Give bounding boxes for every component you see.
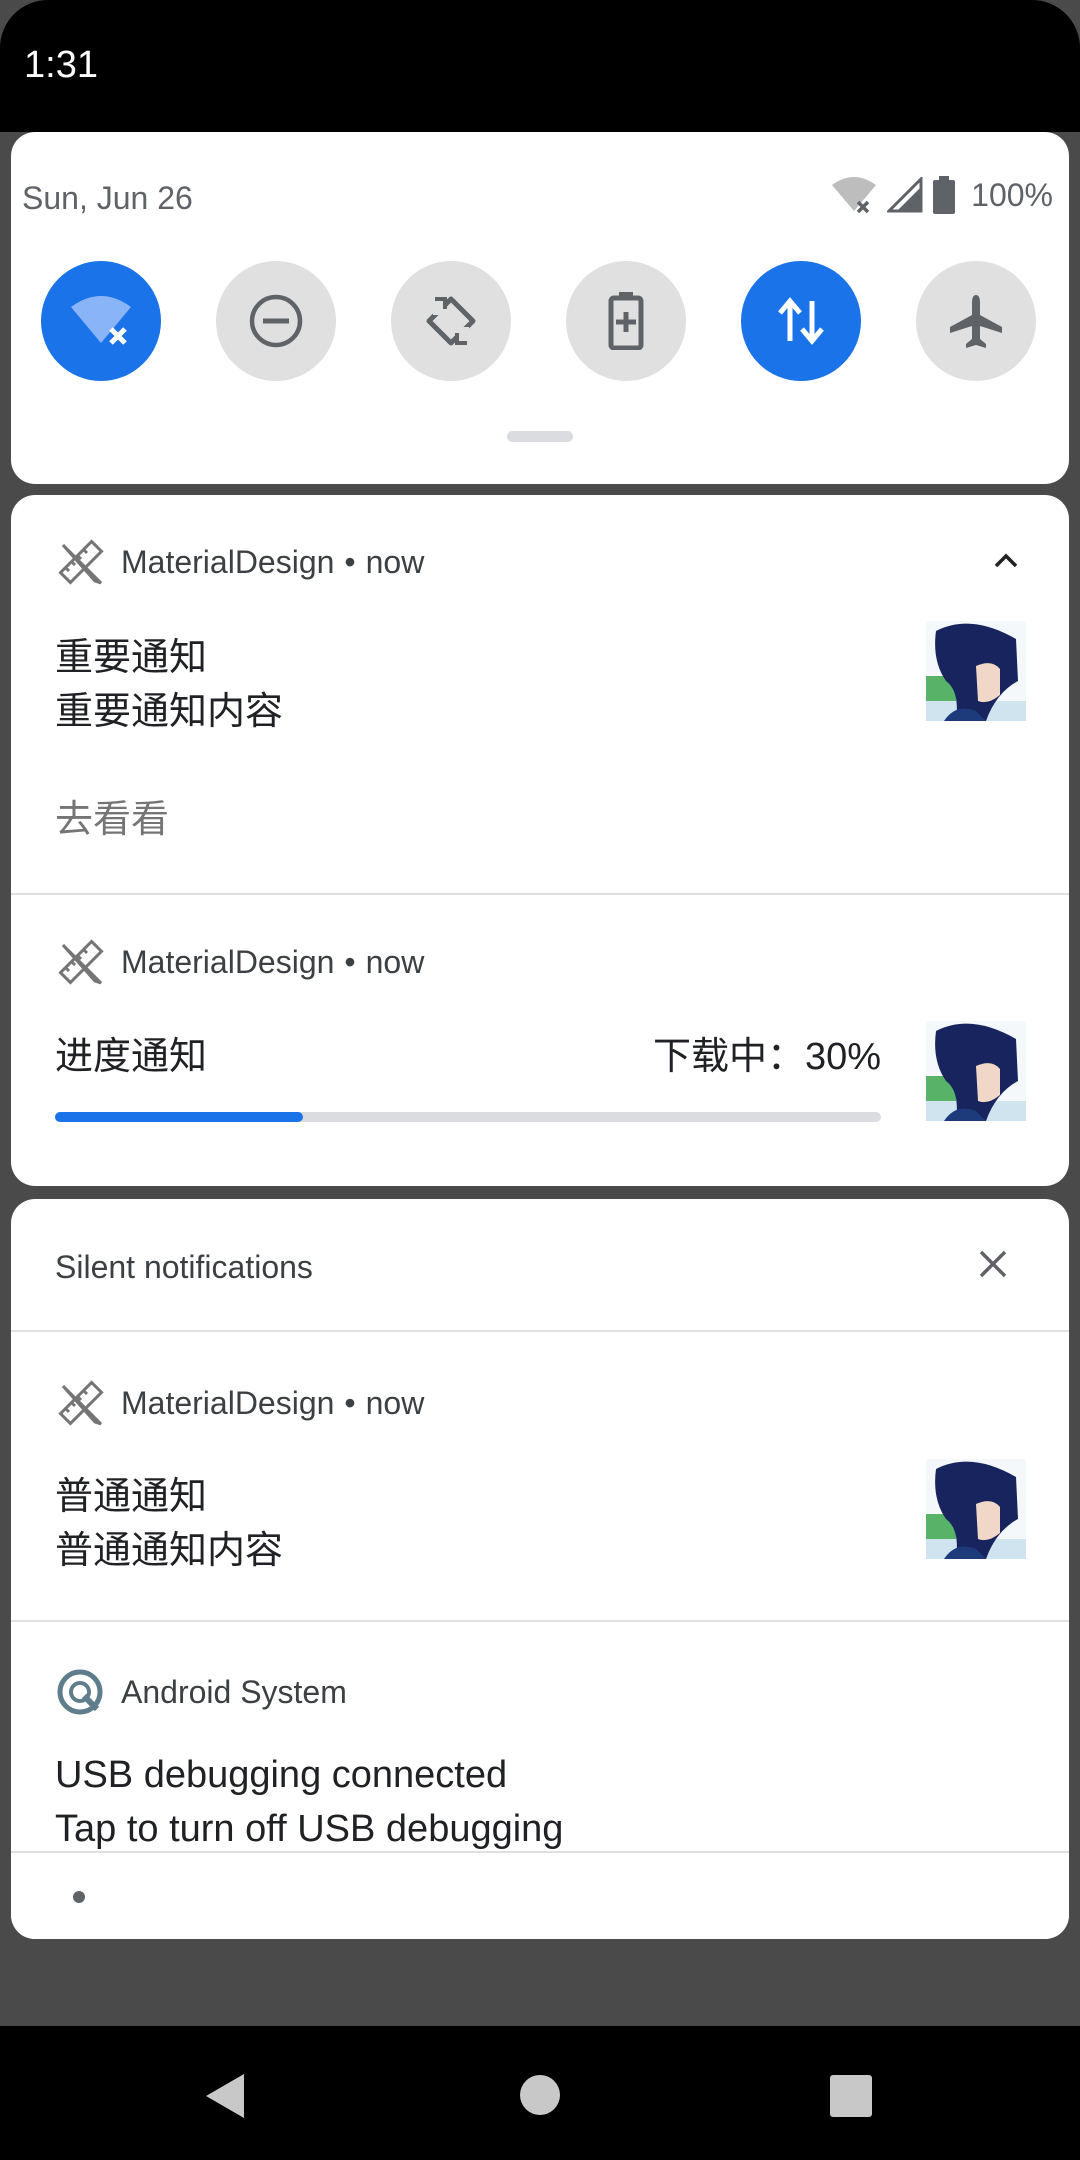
notification-time: now	[365, 1384, 425, 1421]
qs-drag-handle[interactable]	[507, 431, 573, 442]
battery-saver-icon	[608, 292, 644, 350]
android-system-icon	[57, 1669, 103, 1715]
battery-icon	[933, 176, 956, 214]
anime-avatar-image	[926, 1021, 1026, 1121]
status-time: 1:31	[24, 44, 98, 86]
signal-icon	[887, 177, 923, 213]
silent-section-header: Silent notifications	[55, 1249, 313, 1285]
wifi-tile[interactable]	[41, 261, 161, 381]
download-progress-fill	[55, 1112, 303, 1122]
status-bar: 1:31	[0, 0, 1080, 132]
collapse-chevron-icon[interactable]	[993, 551, 1019, 569]
recents-icon[interactable]	[829, 2074, 873, 2118]
navigation-bar	[0, 2026, 1080, 2160]
notification-text: Tap to turn off USB debugging	[55, 1808, 564, 1850]
notification-card-silent: Silent notifications MaterialDesign • no…	[11, 1199, 1069, 1939]
home-icon[interactable]	[519, 2074, 561, 2116]
notification-card-alerting: MaterialDesign • now 重要通知 重要通知内容 去看看 Mat…	[11, 495, 1069, 1186]
notification-header[interactable]: MaterialDesign • now	[55, 537, 424, 587]
notification-thumbnail	[926, 621, 1026, 721]
notification-title: 普通通知	[55, 1476, 208, 1518]
app-pencil-ruler-icon	[58, 939, 104, 985]
qs-date[interactable]: Sun, Jun 26	[22, 180, 193, 217]
app-name: Android System	[121, 1673, 347, 1710]
auto-rotate-tile[interactable]	[391, 261, 511, 381]
notification-time: now	[365, 543, 425, 580]
notification-text: 普通通知内容	[55, 1530, 284, 1572]
overflow-dot-icon	[73, 1891, 85, 1903]
app-name: MaterialDesign	[121, 943, 335, 980]
notification-thumbnail	[926, 1021, 1026, 1121]
notification-footer	[11, 1851, 1069, 1939]
auto-rotate-icon	[426, 296, 476, 346]
airplane-mode-tile[interactable]	[916, 261, 1036, 381]
mobile-data-icon	[778, 297, 824, 345]
progress-status-text: 下载中：30%	[652, 1036, 881, 1078]
divider	[11, 893, 1069, 895]
separator-dot: •	[344, 1384, 356, 1421]
separator-dot: •	[344, 943, 356, 980]
app-pencil-ruler-icon	[58, 1380, 104, 1426]
back-icon[interactable]	[204, 2072, 246, 2120]
notification-title: USB debugging connected	[55, 1754, 508, 1796]
divider	[11, 1330, 1069, 1332]
download-progress-bar	[55, 1112, 881, 1122]
airplane-mode-icon	[950, 295, 1002, 348]
app-pencil-ruler-icon	[58, 539, 104, 585]
notification-text: 重要通知内容	[55, 691, 284, 733]
app-name: MaterialDesign	[121, 543, 335, 580]
wifi-off-icon	[71, 296, 131, 345]
notification-header[interactable]: Android System	[55, 1667, 347, 1717]
go-see-action-button[interactable]: 去看看	[55, 788, 169, 843]
notification-thumbnail	[926, 1459, 1026, 1559]
notification-header[interactable]: MaterialDesign • now	[55, 937, 424, 987]
divider	[11, 1620, 1069, 1622]
do-not-disturb-icon	[249, 294, 303, 348]
mobile-data-tile[interactable]	[741, 261, 861, 381]
anime-avatar-image	[926, 621, 1026, 721]
wifi-off-status-icon	[832, 177, 877, 214]
anime-avatar-image	[926, 1459, 1026, 1559]
dismiss-all-close-icon[interactable]	[978, 1249, 1008, 1279]
notification-title: 重要通知	[55, 637, 208, 679]
divider	[11, 1851, 1069, 1853]
battery-percentage: 100%	[971, 176, 1053, 213]
do-not-disturb-tile[interactable]	[216, 261, 336, 381]
qs-status-icons: 100%	[831, 172, 1053, 218]
notification-header[interactable]: MaterialDesign • now	[55, 1378, 424, 1428]
notification-time: now	[365, 943, 425, 980]
notification-title: 进度通知	[55, 1036, 208, 1078]
quick-settings-panel: Sun, Jun 26 100%	[11, 132, 1069, 484]
app-name: MaterialDesign	[121, 1384, 335, 1421]
separator-dot: •	[344, 543, 356, 580]
battery-saver-tile[interactable]	[566, 261, 686, 381]
